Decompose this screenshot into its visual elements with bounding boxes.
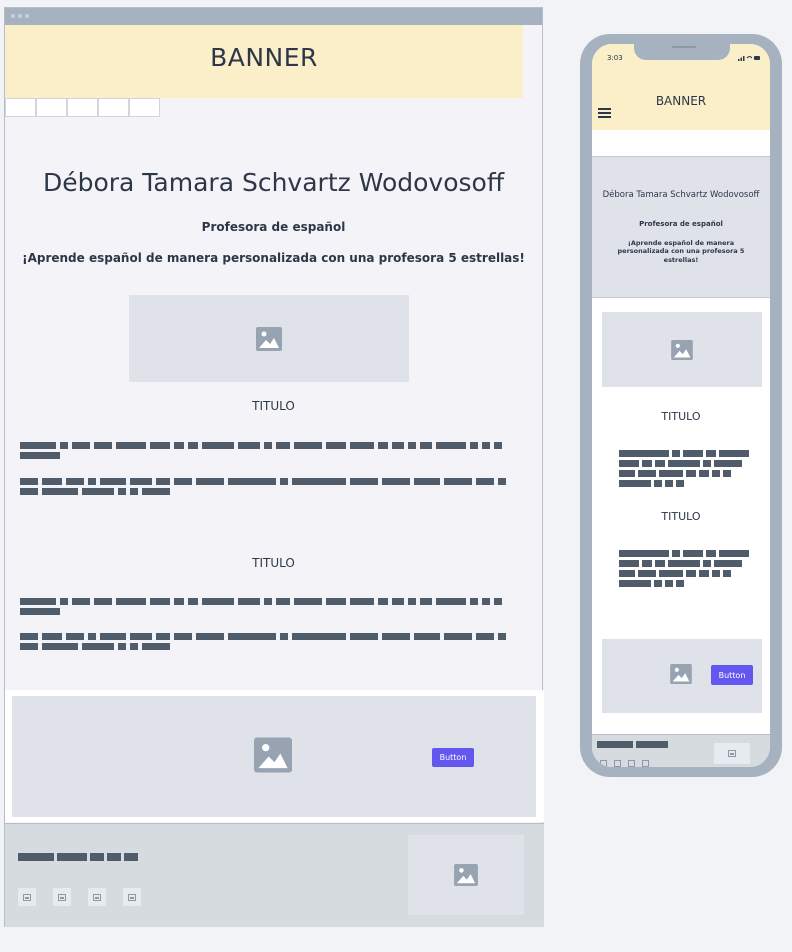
footer-link[interactable] [57, 853, 87, 861]
footer-link[interactable] [18, 853, 54, 861]
text-block [20, 478, 510, 495]
social-icons [18, 888, 141, 906]
footer-link[interactable] [107, 853, 121, 861]
hero-tagline: ¡Aprende español de manera personalizada… [22, 251, 525, 265]
cta-button[interactable]: Button [432, 748, 474, 767]
social-icon[interactable] [600, 760, 607, 767]
nav-tab[interactable] [98, 98, 129, 117]
image-icon [671, 339, 693, 360]
hero-name: Débora Tamara Schvartz Wodovosoff [42, 168, 505, 197]
desktop-wireframe: BANNER Débora Tamara Schvartz Wodovosoff… [4, 7, 544, 927]
footer-link[interactable] [636, 741, 668, 748]
banner: BANNER [5, 25, 523, 98]
nav-tab[interactable] [5, 98, 36, 117]
window-dot[interactable] [11, 14, 15, 18]
mobile-footer-links [597, 741, 668, 748]
text-block [20, 442, 510, 459]
text-block [20, 598, 510, 615]
nav-tab[interactable] [36, 98, 67, 117]
window-controls [11, 14, 29, 18]
mobile-cta-button[interactable]: Button [711, 665, 753, 685]
mobile-footer-image [714, 743, 750, 764]
window-dot[interactable] [25, 14, 29, 18]
nav-tab[interactable] [129, 98, 160, 117]
mobile-section-title: TITULO [661, 510, 701, 523]
social-icon[interactable] [53, 888, 71, 906]
social-icon[interactable] [123, 888, 141, 906]
mobile-text-block [619, 450, 753, 487]
mobile-cta-panel: Button [602, 639, 762, 713]
phone-screen: 3:03 BANNER Débora Tamara Schvartz Wodov… [592, 44, 770, 767]
mobile-social-icons [600, 760, 649, 767]
footer-links [18, 853, 138, 861]
nav-tabs [5, 98, 160, 117]
cta-panel: Button [12, 696, 536, 817]
browser-title-bar [5, 8, 542, 25]
footer [5, 823, 544, 927]
mobile-hero-subtitle: Profesora de español [639, 220, 723, 228]
phone-notch [634, 44, 730, 60]
cta-section: Button [5, 690, 544, 822]
social-icon[interactable] [18, 888, 36, 906]
mobile-footer [592, 734, 770, 767]
section-title: TITULO [252, 556, 295, 570]
image-icon [670, 664, 692, 686]
social-icon[interactable] [88, 888, 106, 906]
text-block [20, 633, 510, 650]
mobile-text-block [619, 550, 753, 587]
image-icon [454, 864, 478, 886]
footer-image [408, 835, 524, 915]
nav-tab[interactable] [67, 98, 98, 117]
hero-image [129, 295, 409, 382]
mobile-hero-image [602, 312, 762, 387]
image-icon [254, 737, 294, 777]
mobile-wireframe: 3:03 BANNER Débora Tamara Schvartz Wodov… [580, 34, 782, 777]
image-icon [256, 326, 282, 351]
mobile-banner: 3:03 BANNER [592, 44, 770, 130]
hero-subtitle: Profesora de español [201, 220, 346, 234]
status-time: 3:03 [607, 54, 623, 62]
banner-title: BANNER [210, 43, 318, 72]
window-dot[interactable] [18, 14, 22, 18]
social-icon[interactable] [628, 760, 635, 767]
footer-link[interactable] [124, 853, 138, 861]
section-title: TITULO [252, 399, 295, 413]
mobile-banner-title: BANNER [655, 94, 707, 108]
footer-link[interactable] [90, 853, 104, 861]
mobile-hero-name: Débora Tamara Schvartz Wodovosoff [602, 190, 760, 200]
mobile-hero-tagline: ¡Aprende español de manera personalizada… [617, 239, 745, 264]
footer-link[interactable] [597, 741, 633, 748]
social-icon[interactable] [614, 760, 621, 767]
social-icon[interactable] [642, 760, 649, 767]
hamburger-menu-icon[interactable] [598, 108, 611, 120]
mobile-hero: Débora Tamara Schvartz Wodovosoff Profes… [592, 156, 770, 298]
mobile-section-title: TITULO [661, 410, 701, 423]
status-icons [738, 54, 760, 61]
